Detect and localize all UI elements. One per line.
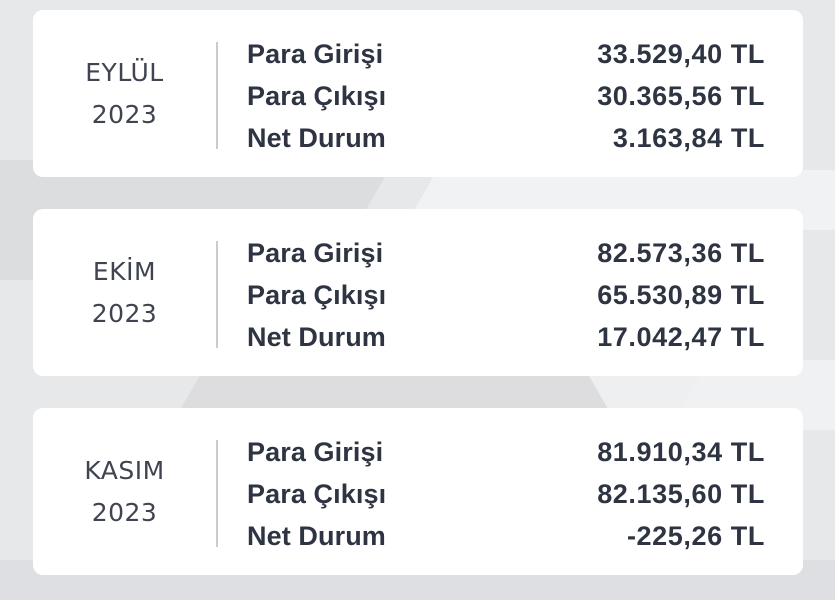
income-value: 82.573,36 TL xyxy=(597,237,765,268)
expense-label: Para Çıkışı xyxy=(247,478,387,509)
year-label: 2023 xyxy=(91,497,158,527)
net-value: 3.163,84 TL xyxy=(612,122,765,153)
income-row: Para Girişi 82.573,36 TL xyxy=(247,232,765,274)
period-label: EKİM 2023 xyxy=(33,209,216,376)
year-label: 2023 xyxy=(91,298,158,328)
expense-value: 65.530,89 TL xyxy=(597,279,765,310)
expense-value: 30.365,56 TL xyxy=(597,80,765,111)
income-row: Para Girişi 33.529,40 TL xyxy=(247,33,765,75)
expense-row: Para Çıkışı 65.530,89 TL xyxy=(247,274,765,316)
monthly-summary-card-october[interactable]: EKİM 2023 Para Girişi 82.573,36 TL Para … xyxy=(33,209,803,376)
expense-value: 82.135,60 TL xyxy=(597,478,765,509)
net-value: -225,26 TL xyxy=(626,520,765,551)
net-row: Net Durum -225,26 TL xyxy=(247,515,765,557)
summary-rows: Para Girişi 81.910,34 TL Para Çıkışı 82.… xyxy=(247,431,765,557)
income-label: Para Girişi xyxy=(247,38,384,69)
monthly-summary-card-november[interactable]: KASIM 2023 Para Girişi 81.910,34 TL Para… xyxy=(33,408,803,575)
period-label: KASIM 2023 xyxy=(33,408,216,575)
net-label: Net Durum xyxy=(247,520,386,551)
expense-row: Para Çıkışı 30.365,56 TL xyxy=(247,75,765,117)
monthly-summary-card-september[interactable]: EYLÜL 2023 Para Girişi 33.529,40 TL Para… xyxy=(33,10,803,177)
income-row: Para Girişi 81.910,34 TL xyxy=(247,431,765,473)
income-label: Para Girişi xyxy=(247,237,384,268)
month-label: EYLÜL xyxy=(85,57,164,87)
net-row: Net Durum 3.163,84 TL xyxy=(247,117,765,159)
expense-label: Para Çıkışı xyxy=(247,279,387,310)
net-value: 17.042,47 TL xyxy=(597,321,765,352)
month-label: EKİM xyxy=(92,256,157,286)
expense-label: Para Çıkışı xyxy=(247,80,387,111)
income-value: 33.529,40 TL xyxy=(597,38,765,69)
income-label: Para Girişi xyxy=(247,436,384,467)
year-label: 2023 xyxy=(91,99,158,129)
net-label: Net Durum xyxy=(247,122,386,153)
income-value: 81.910,34 TL xyxy=(597,436,765,467)
net-label: Net Durum xyxy=(247,321,386,352)
divider xyxy=(216,241,218,348)
summary-rows: Para Girişi 82.573,36 TL Para Çıkışı 65.… xyxy=(247,232,765,358)
month-label: KASIM xyxy=(84,455,165,485)
divider xyxy=(216,42,218,149)
expense-row: Para Çıkışı 82.135,60 TL xyxy=(247,473,765,515)
summary-rows: Para Girişi 33.529,40 TL Para Çıkışı 30.… xyxy=(247,33,765,159)
divider xyxy=(216,440,218,547)
period-label: EYLÜL 2023 xyxy=(33,10,216,177)
net-row: Net Durum 17.042,47 TL xyxy=(247,316,765,358)
